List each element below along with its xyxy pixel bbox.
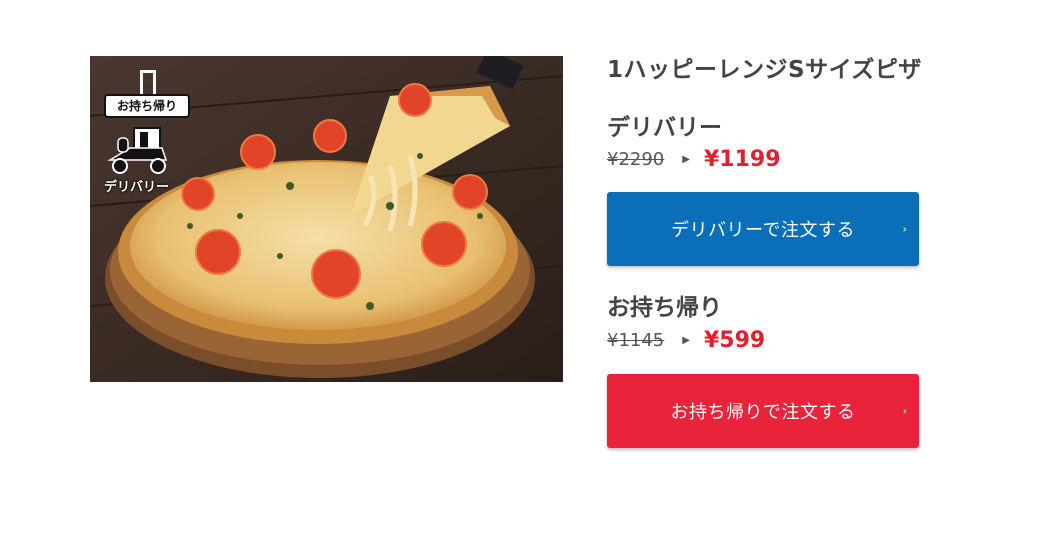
delivery-badge: デリバリー <box>104 126 184 196</box>
order-delivery-button[interactable]: デリバリーで注文する › <box>607 192 919 266</box>
takeout-badge: お持ち帰り <box>104 70 192 122</box>
takeout-old-price: ¥1145 <box>607 329 665 351</box>
arrow-right-icon: ▶ <box>682 334 690 346</box>
delivery-section-label: デリバリー <box>607 115 722 141</box>
order-takeout-button-label: お持ち帰りで注文する <box>670 402 856 423</box>
takeout-price-row: ¥1145 ▶ ¥599 <box>607 325 765 355</box>
chevron-right-icon: › <box>902 404 907 418</box>
takeout-section-label: お持ち帰り <box>607 295 722 321</box>
delivery-scooter-icon <box>107 127 168 174</box>
order-takeout-button[interactable]: お持ち帰りで注文する › <box>607 374 919 448</box>
takeout-bag-icon <box>140 70 156 94</box>
delivery-badge-label: デリバリー <box>104 180 170 195</box>
order-delivery-button-label: デリバリーで注文する <box>671 220 855 241</box>
delivery-old-price: ¥2290 <box>607 148 665 170</box>
takeout-new-price: ¥599 <box>703 327 766 353</box>
product-title: 1ハッピーレンジSサイズピザ <box>607 57 922 83</box>
product-page: お持ち帰り デリバリー 1ハッピーレンジSサイズピザ デリバリー ¥2290 ▶… <box>0 0 1050 533</box>
delivery-new-price: ¥1199 <box>703 146 781 172</box>
chevron-right-icon: › <box>902 222 907 236</box>
delivery-price-row: ¥2290 ▶ ¥1199 <box>607 144 781 174</box>
takeout-badge-label: お持ち帰り <box>104 94 190 118</box>
product-image: お持ち帰り デリバリー <box>90 56 563 382</box>
arrow-right-icon: ▶ <box>682 153 690 165</box>
